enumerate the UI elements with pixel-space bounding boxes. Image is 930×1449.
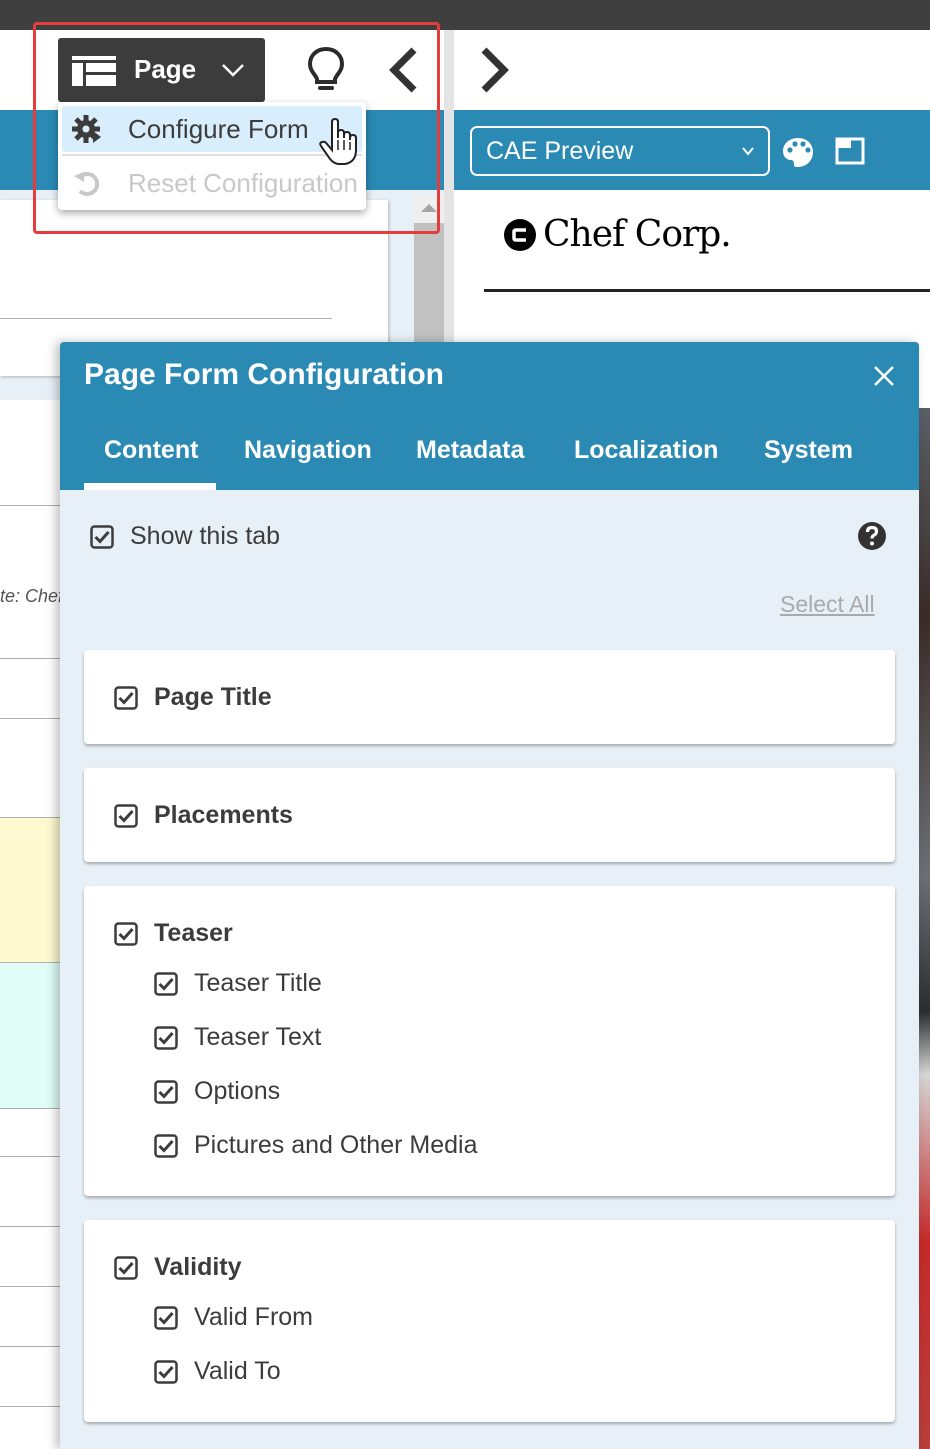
preview-select-value: CAE Preview bbox=[486, 136, 634, 165]
field-label: Options bbox=[194, 1077, 281, 1105]
menu-separator bbox=[62, 154, 362, 156]
group-checkbox-teaser[interactable]: Teaser bbox=[114, 919, 233, 948]
page-dropdown-button[interactable]: Page bbox=[58, 38, 265, 102]
group-label: Page Title bbox=[154, 683, 272, 711]
group-checkbox-placements[interactable]: Placements bbox=[114, 801, 293, 830]
top-bar bbox=[0, 0, 930, 30]
field-label: Pictures and Other Media bbox=[194, 1131, 478, 1159]
tab-system[interactable]: System bbox=[764, 436, 853, 465]
dialog-header: Page Form Configuration Content Navigati… bbox=[60, 342, 919, 490]
group-label: Teaser bbox=[154, 919, 233, 947]
tab-content[interactable]: Content bbox=[104, 436, 198, 465]
scroll-up-arrow-icon[interactable] bbox=[421, 204, 437, 212]
page-form-configuration-dialog: Page Form Configuration Content Navigati… bbox=[60, 342, 919, 1449]
group-checkbox-page-title[interactable]: Page Title bbox=[114, 683, 272, 712]
field-label: Teaser Title bbox=[194, 969, 322, 997]
group-label: Placements bbox=[154, 801, 293, 829]
form-note-text: te: Chef bbox=[0, 586, 64, 606]
brand-divider bbox=[484, 289, 930, 292]
checkbox-checked-icon bbox=[154, 1359, 178, 1384]
field-checkbox-pictures[interactable]: Pictures and Other Media bbox=[154, 1131, 477, 1160]
help-icon[interactable] bbox=[857, 521, 887, 551]
reset-icon bbox=[74, 172, 100, 196]
show-this-tab-label: Show this tab bbox=[130, 522, 281, 550]
preview-select[interactable]: CAE Preview bbox=[470, 126, 770, 176]
menu-item-label: Configure Form bbox=[128, 113, 309, 144]
palette-icon[interactable] bbox=[782, 136, 814, 168]
chevron-down-icon bbox=[742, 147, 754, 156]
window-icon[interactable] bbox=[835, 137, 865, 165]
checkbox-checked-icon bbox=[114, 803, 138, 828]
checkbox-checked-icon bbox=[154, 1305, 178, 1330]
show-this-tab-checkbox[interactable]: Show this tab bbox=[90, 522, 280, 551]
field-checkbox-teaser-title[interactable]: Teaser Title bbox=[154, 969, 322, 998]
field-label: Teaser Text bbox=[194, 1023, 322, 1051]
field-label: Valid To bbox=[194, 1357, 281, 1385]
checkbox-checked-icon bbox=[90, 524, 114, 549]
field-label: Valid From bbox=[194, 1303, 314, 1331]
tab-navigation[interactable]: Navigation bbox=[244, 436, 372, 465]
group-label: Validity bbox=[154, 1253, 242, 1281]
field-checkbox-teaser-text[interactable]: Teaser Text bbox=[154, 1023, 321, 1052]
field-checkbox-options[interactable]: Options bbox=[154, 1077, 280, 1106]
field-checkbox-valid-to[interactable]: Valid To bbox=[154, 1357, 281, 1386]
tab-metadata[interactable]: Metadata bbox=[416, 436, 524, 465]
field-checkbox-valid-from[interactable]: Valid From bbox=[154, 1303, 313, 1332]
brand-name: Chef Corp. bbox=[543, 214, 732, 255]
layout-icon bbox=[72, 56, 116, 86]
select-all-link[interactable]: Select All bbox=[780, 591, 875, 618]
field-group-card: Validity Valid From Valid To bbox=[84, 1220, 895, 1422]
checkbox-checked-icon bbox=[154, 1133, 178, 1158]
menu-item-reset-configuration[interactable]: Reset Configuration bbox=[62, 160, 362, 206]
chevron-right-icon[interactable] bbox=[478, 46, 512, 94]
checkbox-checked-icon bbox=[154, 1079, 178, 1104]
editor-scrollbar-thumb[interactable] bbox=[414, 223, 444, 350]
hand-cursor-icon bbox=[319, 118, 357, 165]
chevron-down-icon bbox=[222, 64, 244, 77]
gear-icon bbox=[72, 115, 101, 143]
page-button-label: Page bbox=[134, 54, 197, 84]
menu-item-configure-form[interactable]: Configure Form bbox=[62, 106, 362, 152]
checkbox-checked-icon bbox=[114, 1255, 138, 1280]
field-group-card: Page Title bbox=[84, 650, 895, 744]
lightbulb-icon[interactable] bbox=[306, 46, 346, 94]
dialog-title: Page Form Configuration bbox=[84, 358, 444, 391]
field-group-card: Placements bbox=[84, 768, 895, 862]
tab-localization[interactable]: Localization bbox=[574, 436, 718, 465]
group-checkbox-validity[interactable]: Validity bbox=[114, 1253, 242, 1282]
checkbox-checked-icon bbox=[154, 971, 178, 996]
active-tab-indicator bbox=[84, 483, 216, 490]
close-icon[interactable] bbox=[870, 362, 898, 390]
chevron-left-icon[interactable] bbox=[386, 46, 420, 94]
checkbox-checked-icon bbox=[154, 1025, 178, 1050]
editor-card-divider bbox=[0, 318, 332, 319]
checkbox-checked-icon bbox=[114, 685, 138, 710]
menu-item-label: Reset Configuration bbox=[128, 167, 358, 198]
preview-hero-image bbox=[918, 408, 930, 1449]
brand-logo[interactable]: Chef Corp. bbox=[503, 214, 732, 255]
chef-logo-icon bbox=[504, 218, 536, 251]
field-group-card: Teaser Teaser Title Teaser Text Options … bbox=[84, 886, 895, 1196]
checkbox-checked-icon bbox=[114, 921, 138, 946]
